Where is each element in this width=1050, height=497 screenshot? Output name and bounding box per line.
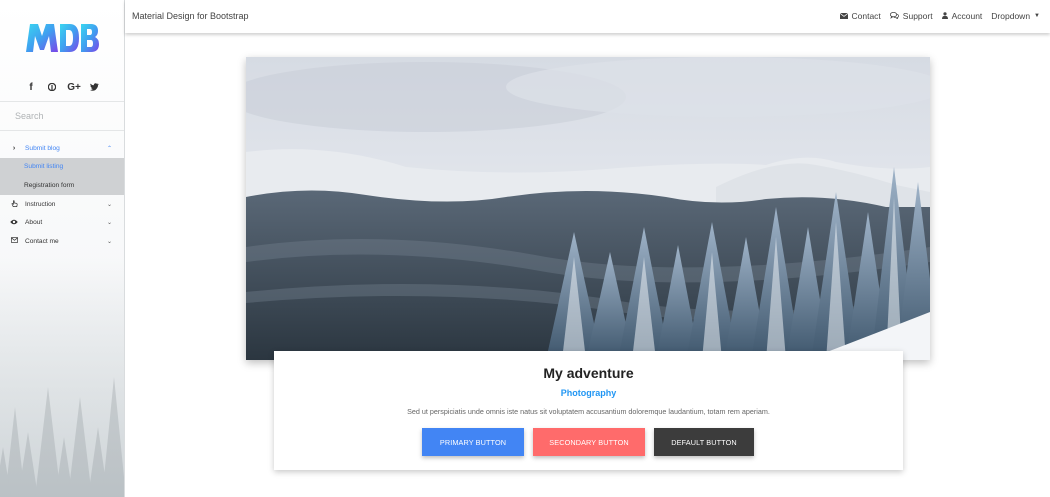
- sidebar-menu: › Submit blog ⌃ Submit listing Registrat…: [0, 139, 124, 251]
- user-icon: [941, 11, 948, 21]
- sidebar-item-registration-form[interactable]: Registration form: [0, 176, 124, 195]
- sidebar-item-label: Contact me: [25, 237, 59, 245]
- chevron-up-icon: ⌃: [107, 145, 113, 152]
- top-navbar: Material Design for Bootstrap Contact Su…: [125, 0, 1050, 33]
- sidebar-item-submit-listing[interactable]: Submit listing: [0, 158, 124, 177]
- sidebar-item-label: About: [25, 219, 43, 227]
- twitter-icon[interactable]: [88, 80, 100, 94]
- nav-link-account[interactable]: Account: [941, 11, 983, 21]
- chevron-right-icon: ›: [12, 144, 16, 152]
- sidebar-item-contact-me[interactable]: Contact me ⌄: [0, 232, 124, 251]
- sidebar-item-submit-blog[interactable]: › Submit blog ⌃: [0, 139, 124, 158]
- card-subtitle: Photography: [560, 388, 617, 398]
- card-text: Sed ut perspiciatis unde omnis iste natu…: [407, 407, 770, 416]
- default-button[interactable]: DEFAULT BUTTON: [654, 428, 754, 456]
- nav-link-label: Dropdown: [991, 11, 1031, 21]
- sidebar-fog: [0, 257, 124, 497]
- primary-button[interactable]: PRIMARY BUTTON: [422, 428, 524, 456]
- google-plus-icon[interactable]: G+: [66, 80, 82, 94]
- sidebar-item-label: Instruction: [25, 200, 56, 208]
- envelope-icon: [839, 12, 848, 21]
- secondary-button[interactable]: SECONDARY BUTTON: [533, 428, 645, 456]
- sidebar: f G+ › Submit blog ⌃ Submit listing Regi…: [0, 0, 125, 497]
- nav-link-dropdown[interactable]: Dropdown ▼: [991, 11, 1040, 21]
- sidebar-item-instruction[interactable]: Instruction ⌄: [0, 195, 124, 214]
- chevron-down-icon: ⌄: [107, 238, 113, 245]
- mdb-logo[interactable]: [24, 22, 100, 54]
- facebook-icon[interactable]: f: [26, 80, 36, 94]
- card-title: My adventure: [543, 365, 634, 381]
- envelope-icon: [10, 237, 18, 245]
- card-image: [246, 57, 930, 360]
- chevron-down-icon: ⌄: [107, 201, 113, 208]
- search-input[interactable]: [0, 102, 124, 130]
- nav-link-label: Contact: [851, 11, 881, 21]
- nav-link-label: Support: [902, 11, 933, 21]
- sidebar-item-about[interactable]: About ⌄: [0, 213, 124, 232]
- nav-link-label: Account: [951, 11, 983, 21]
- nav-link-contact[interactable]: Contact: [839, 11, 881, 21]
- social-links: f G+: [26, 80, 100, 94]
- hand-pointer-icon: [10, 199, 18, 209]
- pinterest-icon[interactable]: [45, 80, 59, 94]
- caret-down-icon: ▼: [1034, 13, 1040, 19]
- sidebar-item-label: Submit listing: [24, 163, 64, 171]
- sidebar-item-label: Submit blog: [25, 144, 60, 152]
- eye-icon: [10, 219, 18, 227]
- navbar-brand[interactable]: Material Design for Bootstrap: [132, 11, 249, 21]
- card-body: My adventure Photography Sed ut perspici…: [274, 351, 903, 470]
- submenu: Submit listing Registration form: [0, 157, 124, 195]
- sidebar-search: [0, 101, 124, 131]
- comments-icon: [889, 11, 899, 21]
- sidebar-item-label: Registration form: [24, 181, 75, 189]
- chevron-down-icon: ⌄: [107, 220, 113, 227]
- nav-link-support[interactable]: Support: [889, 11, 933, 21]
- navbar-links: Contact Support Account Dropdown ▼: [831, 11, 1040, 21]
